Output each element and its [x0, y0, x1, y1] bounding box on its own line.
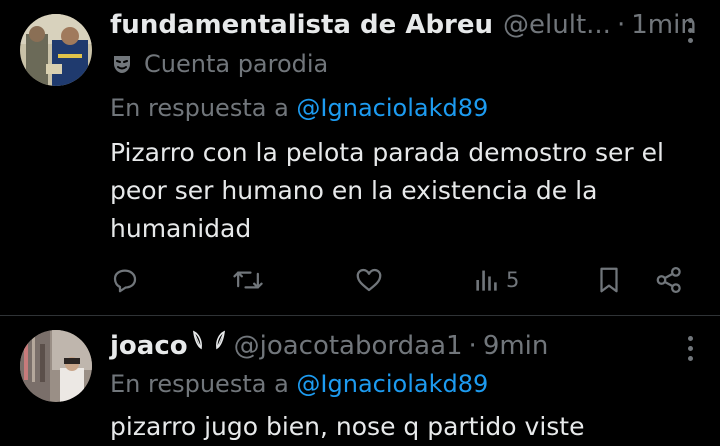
views-chart-icon — [476, 270, 497, 291]
reply-context: En respuesta a @Ignaciolakd89 — [110, 370, 488, 398]
reply-mention-link[interactable]: @Ignaciolakd89 — [296, 94, 488, 122]
separator-dot: · — [468, 331, 477, 361]
separator-dot: · — [616, 10, 626, 40]
avatar-image — [20, 330, 92, 402]
theater-mask-icon — [114, 56, 130, 73]
views-count: 5 — [506, 268, 520, 292]
tweet-text: Pizarro con la pelota parada demostro se… — [110, 138, 664, 243]
author-name[interactable]: fundamentalista de Abreu — [110, 10, 493, 40]
more-vertical-icon — [688, 336, 693, 341]
more-options-button[interactable] — [688, 18, 694, 43]
parody-label: Cuenta parodia — [110, 50, 328, 78]
views-button[interactable]: 5 — [474, 262, 519, 298]
reply-button[interactable] — [110, 262, 140, 298]
author-handle[interactable]: @elult... — [503, 10, 611, 40]
leaf-icon — [190, 328, 230, 354]
reply-prefix: En respuesta a — [110, 370, 289, 398]
parody-text: Cuenta parodia — [144, 50, 329, 78]
timestamp[interactable]: 9min — [483, 331, 549, 361]
tweet-header: fundamentalista de Abreu @elult... · 1mi… — [110, 10, 697, 40]
more-options-button[interactable] — [688, 336, 694, 361]
reply-mention-link[interactable]: @Ignaciolakd89 — [296, 370, 488, 398]
heart-icon — [356, 268, 382, 292]
bookmark-icon — [600, 267, 618, 293]
reply-context: En respuesta a @Ignaciolakd89 — [110, 94, 488, 122]
avatar[interactable] — [20, 330, 92, 402]
avatar[interactable] — [20, 14, 92, 86]
timestamp[interactable]: 1min — [631, 10, 697, 40]
share-icon — [656, 267, 681, 293]
reply-icon — [113, 269, 137, 293]
author-name[interactable]: joaco — [110, 331, 188, 361]
action-bar: 5 — [0, 262, 720, 298]
like-button[interactable] — [354, 262, 384, 298]
avatar-image — [20, 14, 92, 86]
tweet-text: pizarro jugo bien, nose q partido viste — [110, 412, 585, 441]
author-handle[interactable]: @joacotabordaa1 — [234, 331, 463, 361]
more-vertical-icon — [688, 18, 693, 23]
share-button[interactable] — [654, 262, 684, 298]
retweet-button[interactable] — [232, 262, 264, 298]
tweet-header: joaco @joacotabordaa1 · 9min — [110, 328, 548, 361]
reply-prefix: En respuesta a — [110, 94, 289, 122]
retweet-icon — [233, 271, 263, 289]
bookmark-button[interactable] — [594, 262, 624, 298]
